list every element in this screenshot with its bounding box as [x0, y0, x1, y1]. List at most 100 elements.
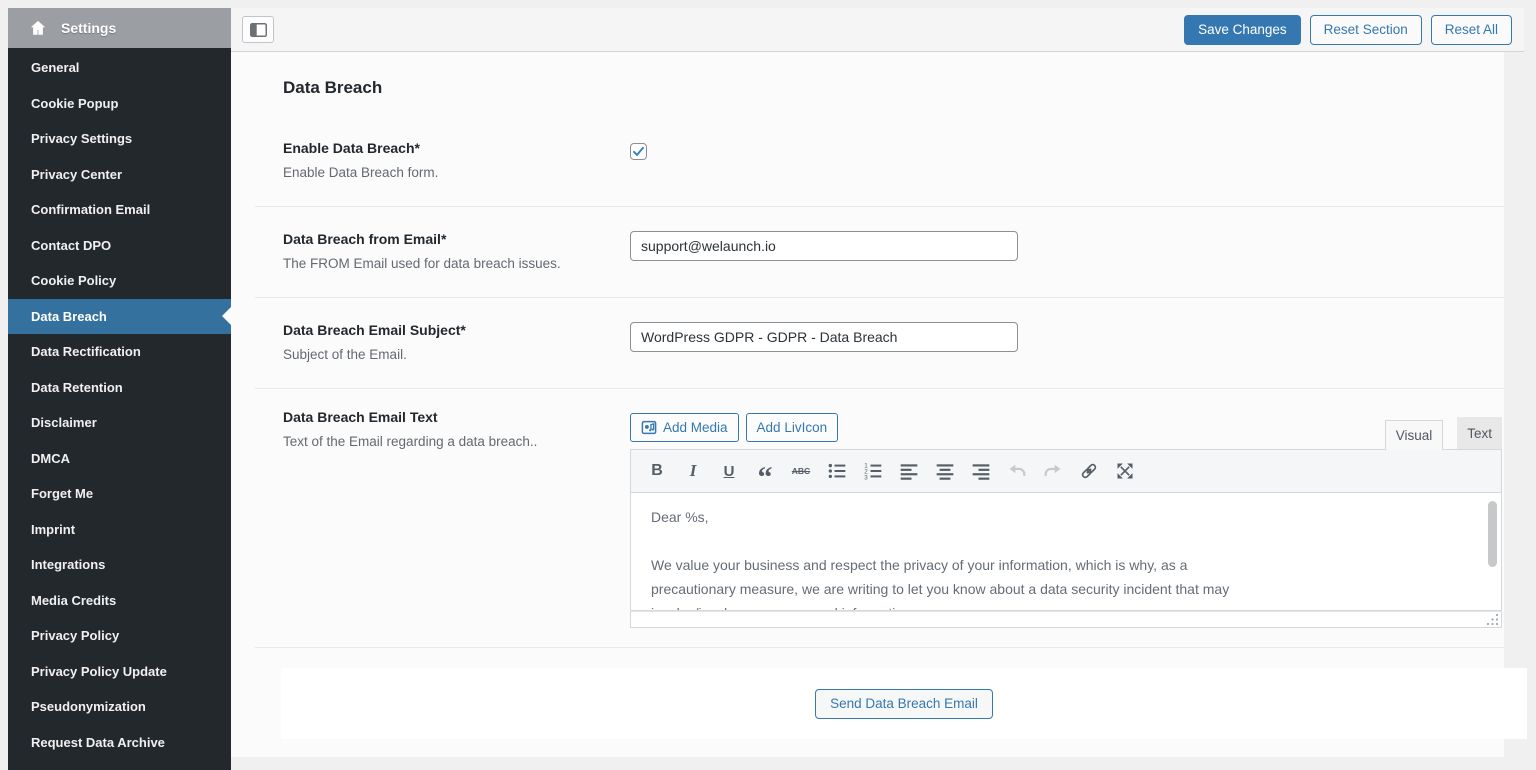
sidebar-item-label: Forget Me: [31, 486, 93, 501]
row-email-text: Data Breach Email Text Text of the Email…: [255, 389, 1504, 648]
underline-icon[interactable]: U: [717, 459, 741, 483]
bold-icon[interactable]: B: [645, 459, 669, 483]
sidebar-item-pseudonymization[interactable]: Pseudonymization: [8, 689, 231, 725]
sidebar-item-general[interactable]: General: [8, 50, 231, 86]
sidebar-item-privacy-settings[interactable]: Privacy Settings: [8, 121, 231, 157]
settings-page: Settings General Cookie Popup Privacy Sett…: [0, 0, 1536, 770]
home-icon: [29, 19, 47, 37]
field-label: Data Breach from Email*: [283, 231, 630, 247]
editor-line: We value your business and respect the p…: [651, 553, 1475, 577]
editor-scrollbar-thumb[interactable]: [1488, 501, 1497, 567]
sidebar-item-label: General: [31, 60, 79, 75]
sidebar-item-label: Disclaimer: [31, 415, 97, 430]
bullet-list-icon[interactable]: [825, 459, 849, 483]
sidebar-item-privacy-center[interactable]: Privacy Center: [8, 157, 231, 193]
link-icon[interactable]: [1077, 459, 1101, 483]
field-description: Enable Data Breach form.: [283, 165, 630, 180]
strikethrough-icon[interactable]: ABC: [789, 459, 813, 483]
sidebar-item-label: Privacy Policy: [31, 628, 119, 643]
sidebar-item-media-credits[interactable]: Media Credits: [8, 583, 231, 619]
reset-section-button[interactable]: Reset Section: [1310, 15, 1422, 45]
row-email-subject: Data Breach Email Subject* Subject of th…: [255, 298, 1504, 389]
align-right-icon[interactable]: [969, 459, 993, 483]
field-description: Subject of the Email.: [283, 347, 630, 362]
email-text-content[interactable]: Dear %s, We value your business and resp…: [630, 493, 1502, 611]
field-label: Data Breach Email Text: [283, 409, 630, 425]
enable-data-breach-checkbox[interactable]: [630, 143, 647, 160]
sidebar-item-data-rectification[interactable]: Data Rectification: [8, 334, 231, 370]
row-enable-data-breach: Enable Data Breach* Enable Data Breach f…: [255, 116, 1504, 207]
sidebar-item-label: Contact DPO: [31, 238, 111, 253]
resize-handle-icon[interactable]: [1486, 613, 1499, 626]
field-label: Data Breach Email Subject*: [283, 322, 630, 338]
sidebar-item-label: Pseudonymization: [31, 699, 146, 714]
email-text-editor: Add Media Add LivIcon Visual Text: [630, 409, 1502, 628]
tab-text[interactable]: Text: [1457, 417, 1502, 449]
tab-visual[interactable]: Visual: [1385, 420, 1444, 450]
blockquote-icon[interactable]: “: [753, 459, 777, 483]
reset-all-button[interactable]: Reset All: [1431, 15, 1512, 45]
editor-line: [651, 529, 1475, 553]
sidebar-item-disclaimer[interactable]: Disclaimer: [8, 405, 231, 441]
sidebar-item-dmca[interactable]: DMCA: [8, 441, 231, 477]
save-changes-button[interactable]: Save Changes: [1184, 15, 1301, 45]
editor-toolbar: B I U “ ABC 123: [630, 449, 1502, 493]
sidebar-item-label: Data Breach: [31, 309, 107, 324]
page-title: Data Breach: [283, 78, 1504, 98]
editor-line: Dear %s,: [651, 505, 1475, 529]
sidebar-item-label: Data Retention: [31, 380, 123, 395]
from-email-input[interactable]: [630, 231, 1018, 261]
sidebar-item-integrations[interactable]: Integrations: [8, 547, 231, 583]
add-livicon-button[interactable]: Add LivIcon: [746, 413, 839, 442]
row-from-email: Data Breach from Email* The FROM Email u…: [255, 207, 1504, 298]
editor-line: involve/involves your personal informati…: [651, 601, 1475, 611]
sidebar-title: Settings: [61, 20, 116, 36]
sidebar-item-forget-me[interactable]: Forget Me: [8, 476, 231, 512]
sidebar-item-request-data-archive[interactable]: Request Data Archive: [8, 725, 231, 761]
collapse-sidebar-button[interactable]: [242, 16, 274, 43]
sidebar-item-label: Privacy Center: [31, 167, 122, 182]
align-left-icon[interactable]: [897, 459, 921, 483]
email-subject-input[interactable]: [630, 322, 1018, 352]
add-media-button[interactable]: Add Media: [630, 413, 739, 442]
sidebar-item-cookie-popup[interactable]: Cookie Popup: [8, 86, 231, 122]
sidebar-item-label: Media Credits: [31, 593, 116, 608]
undo-icon[interactable]: [1005, 459, 1029, 483]
align-center-icon[interactable]: [933, 459, 957, 483]
settings-content: Data Breach Enable Data Breach* Enable D…: [231, 52, 1504, 757]
sidebar-item-label: Privacy Policy Update: [31, 664, 167, 679]
numbered-list-icon[interactable]: 123: [861, 459, 885, 483]
redo-icon[interactable]: [1041, 459, 1065, 483]
sidebar-item-imprint[interactable]: Imprint: [8, 512, 231, 548]
sidebar-item-data-retention[interactable]: Data Retention: [8, 370, 231, 406]
sidebar-item-label: Request Data Archive: [31, 735, 165, 750]
sidebar-item-contact-dpo[interactable]: Contact DPO: [8, 228, 231, 264]
field-label: Enable Data Breach*: [283, 140, 630, 156]
sidebar-item-privacy-policy[interactable]: Privacy Policy: [8, 618, 231, 654]
sidebar-item-label: Confirmation Email: [31, 202, 150, 217]
form-rows: Enable Data Breach* Enable Data Breach f…: [255, 116, 1504, 739]
sidebar-item-label: Cookie Policy: [31, 273, 116, 288]
italic-icon[interactable]: I: [681, 459, 705, 483]
field-description: The FROM Email used for data breach issu…: [283, 256, 630, 271]
checkmark-icon: [632, 145, 645, 158]
sidebar-item-label: Integrations: [31, 557, 105, 572]
sidebar-item-confirmation-email[interactable]: Confirmation Email: [8, 192, 231, 228]
sidebar-item-cookie-policy[interactable]: Cookie Policy: [8, 263, 231, 299]
editor-line: precautionary measure, we are writing to…: [651, 577, 1475, 601]
sidebar-item-data-breach[interactable]: Data Breach: [8, 299, 231, 335]
send-email-panel: Send Data Breach Email: [281, 668, 1527, 739]
field-description: Text of the Email regarding a data breac…: [283, 434, 630, 449]
fullscreen-icon[interactable]: [1113, 459, 1137, 483]
sidebar-item-label: Data Rectification: [31, 344, 141, 359]
active-item-arrow-icon: [222, 307, 231, 325]
sidebar-header-settings[interactable]: Settings: [8, 8, 231, 48]
media-icon: [641, 420, 657, 435]
sidebar-item-label: DMCA: [31, 451, 70, 466]
sidebar-item-label: Privacy Settings: [31, 131, 132, 146]
sidebar-toggle-icon: [250, 23, 267, 37]
sidebar-nav: General Cookie Popup Privacy Settings Priva…: [8, 48, 231, 760]
editor-statusbar: [630, 611, 1502, 628]
send-data-breach-email-button[interactable]: Send Data Breach Email: [815, 689, 993, 719]
sidebar-item-privacy-policy-update[interactable]: Privacy Policy Update: [8, 654, 231, 690]
